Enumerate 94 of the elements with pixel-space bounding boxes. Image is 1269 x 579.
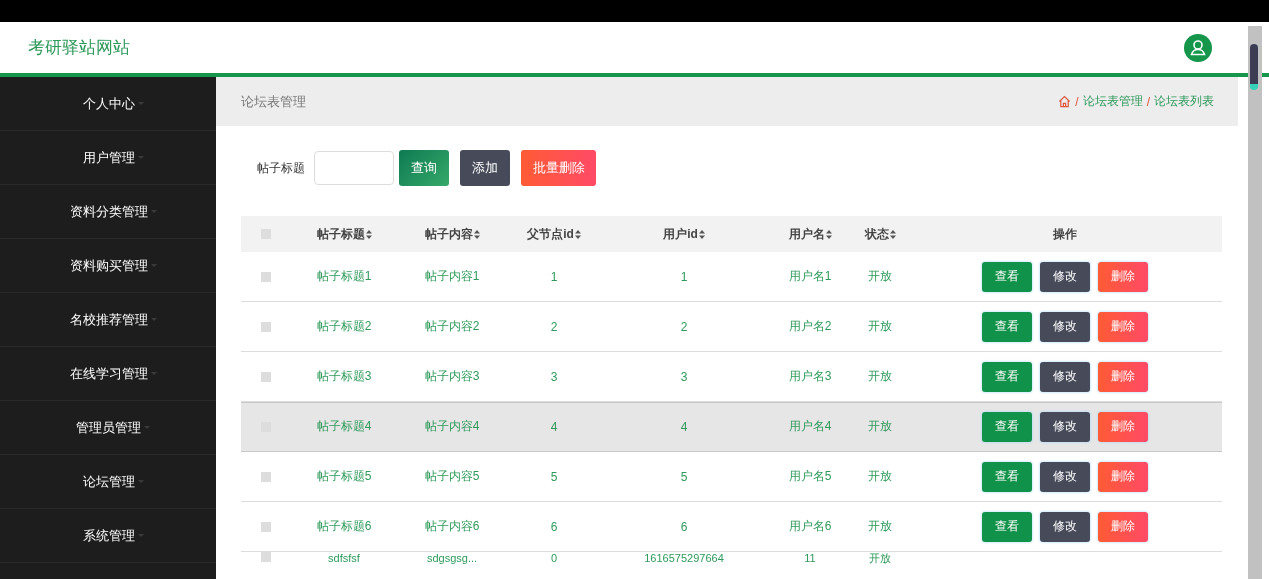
site-title[interactable]: 考研驿站网站 bbox=[28, 36, 130, 59]
row-checkbox[interactable] bbox=[261, 271, 271, 282]
table-cell: 6 bbox=[680, 519, 688, 534]
breadcrumb-separator: / bbox=[1075, 94, 1079, 109]
table-cell: 3 bbox=[680, 369, 688, 384]
table-cell: 2 bbox=[680, 319, 688, 334]
sort-icon[interactable] bbox=[825, 229, 832, 239]
table-cell: 用户名3 bbox=[788, 368, 832, 385]
query-button[interactable]: 查询 bbox=[399, 150, 449, 186]
add-button[interactable]: 添加 bbox=[460, 150, 510, 186]
edit-button[interactable]: 修改 bbox=[1039, 511, 1090, 542]
sort-icon[interactable] bbox=[365, 229, 372, 239]
row-checkbox[interactable] bbox=[261, 321, 271, 332]
table-cell: 开放 bbox=[868, 268, 892, 285]
table-cell: 11 bbox=[804, 552, 816, 564]
table-cell: 开放 bbox=[868, 418, 892, 435]
table-cell: 4 bbox=[550, 419, 558, 434]
view-button[interactable]: 查看 bbox=[981, 361, 1032, 392]
column-header[interactable]: 父节点id bbox=[527, 216, 581, 252]
table-cell: 开放 bbox=[869, 552, 891, 564]
table-cell: 开放 bbox=[868, 468, 892, 485]
sidebar-item[interactable]: 名校推荐管理 bbox=[0, 293, 216, 347]
page-title: 论坛表管理 bbox=[241, 92, 306, 111]
table-cell: 2 bbox=[550, 319, 558, 334]
table-cell: 开放 bbox=[868, 518, 892, 535]
view-button[interactable]: 查看 bbox=[981, 511, 1032, 542]
search-label: 帖子标题 bbox=[257, 159, 305, 177]
table-cell: 帖子标题3 bbox=[316, 368, 372, 385]
table-cell: 4 bbox=[680, 419, 688, 434]
breadcrumb-separator: / bbox=[1146, 94, 1150, 109]
table-cell: 用户名1 bbox=[788, 268, 832, 285]
sort-icon[interactable] bbox=[574, 229, 581, 239]
table-cell: 用户名5 bbox=[788, 468, 832, 485]
edit-button[interactable]: 修改 bbox=[1039, 361, 1090, 392]
table-cell: 用户名2 bbox=[788, 318, 832, 335]
column-header[interactable]: 用户id bbox=[663, 216, 705, 252]
column-header[interactable]: 帖子内容 bbox=[424, 216, 480, 252]
table-cell: 帖子内容3 bbox=[424, 368, 480, 385]
column-header[interactable]: 操作 bbox=[1052, 216, 1077, 252]
view-button[interactable]: 查看 bbox=[981, 261, 1032, 292]
scrollbar[interactable] bbox=[1248, 26, 1262, 579]
row-checkbox[interactable] bbox=[261, 521, 271, 532]
table-cell: 帖子标题4 bbox=[316, 418, 372, 435]
view-button[interactable]: 查看 bbox=[981, 311, 1032, 342]
scrollbar-thumb[interactable] bbox=[1250, 44, 1258, 90]
table-cell: 帖子内容5 bbox=[424, 468, 480, 485]
sort-icon[interactable] bbox=[473, 229, 480, 239]
table-cell: 帖子标题1 bbox=[316, 268, 372, 285]
table-cell: 0 bbox=[550, 552, 558, 564]
row-checkbox[interactable] bbox=[261, 552, 271, 562]
table-cell: 帖子标题5 bbox=[316, 468, 372, 485]
table-cell: 6 bbox=[550, 519, 558, 534]
table-cell: 1 bbox=[550, 269, 558, 284]
table-cell: 1616575297664 bbox=[644, 552, 724, 564]
sidebar-item[interactable]: 论坛管理 bbox=[0, 455, 216, 509]
table-cell: 帖子内容1 bbox=[424, 268, 480, 285]
sidebar-item[interactable]: 管理员管理 bbox=[0, 401, 216, 455]
table-cell: 5 bbox=[550, 469, 558, 484]
table-cell: 帖子标题2 bbox=[316, 318, 372, 335]
sidebar-item[interactable]: 系统管理 bbox=[0, 509, 216, 563]
table-cell: 3 bbox=[550, 369, 558, 384]
row-checkbox[interactable] bbox=[261, 371, 271, 382]
sidebar-item[interactable]: 在线学习管理 bbox=[0, 347, 216, 401]
sort-icon[interactable] bbox=[698, 229, 705, 239]
table-cell: 开放 bbox=[868, 318, 892, 335]
sidebar-item[interactable]: 资料购买管理 bbox=[0, 239, 216, 293]
table-row[interactable]: 帖子标题4 帖子内容4 4 4 用户名4 开放 查看 修改 删除 bbox=[241, 402, 1222, 452]
edit-button[interactable]: 修改 bbox=[1039, 461, 1090, 492]
table-cell: 帖子标题6 bbox=[316, 518, 372, 535]
table-cell: 开放 bbox=[868, 368, 892, 385]
table-cell: 1 bbox=[680, 269, 688, 284]
table-cell: sdgsgsg... bbox=[426, 552, 478, 564]
sidebar-item[interactable]: 资料分类管理 bbox=[0, 185, 216, 239]
user-avatar-icon[interactable] bbox=[1184, 33, 1212, 62]
edit-button[interactable]: 修改 bbox=[1039, 311, 1090, 342]
column-header[interactable]: 用户名 bbox=[788, 216, 832, 252]
column-header[interactable]: 状态 bbox=[864, 216, 896, 252]
row-checkbox[interactable] bbox=[261, 471, 271, 482]
view-button[interactable]: 查看 bbox=[981, 411, 1032, 442]
home-icon[interactable] bbox=[1058, 95, 1072, 108]
edit-button[interactable]: 修改 bbox=[1039, 411, 1090, 442]
table-cell: 用户名4 bbox=[788, 418, 832, 435]
search-field[interactable] bbox=[314, 151, 394, 185]
view-button[interactable]: 查看 bbox=[981, 461, 1032, 492]
column-header[interactable]: 帖子标题 bbox=[316, 216, 372, 252]
table-cell: 帖子内容6 bbox=[424, 518, 480, 535]
table-cell: 帖子内容4 bbox=[424, 418, 480, 435]
table-cell: sdfsfsf bbox=[328, 552, 360, 564]
table-cell: 帖子内容2 bbox=[424, 318, 480, 335]
sidebar-item[interactable]: 用户管理 bbox=[0, 131, 216, 185]
edit-button[interactable]: 修改 bbox=[1039, 261, 1090, 292]
table-cell: 5 bbox=[680, 469, 688, 484]
sort-icon[interactable] bbox=[889, 229, 896, 239]
table-cell: 用户名6 bbox=[788, 518, 832, 535]
